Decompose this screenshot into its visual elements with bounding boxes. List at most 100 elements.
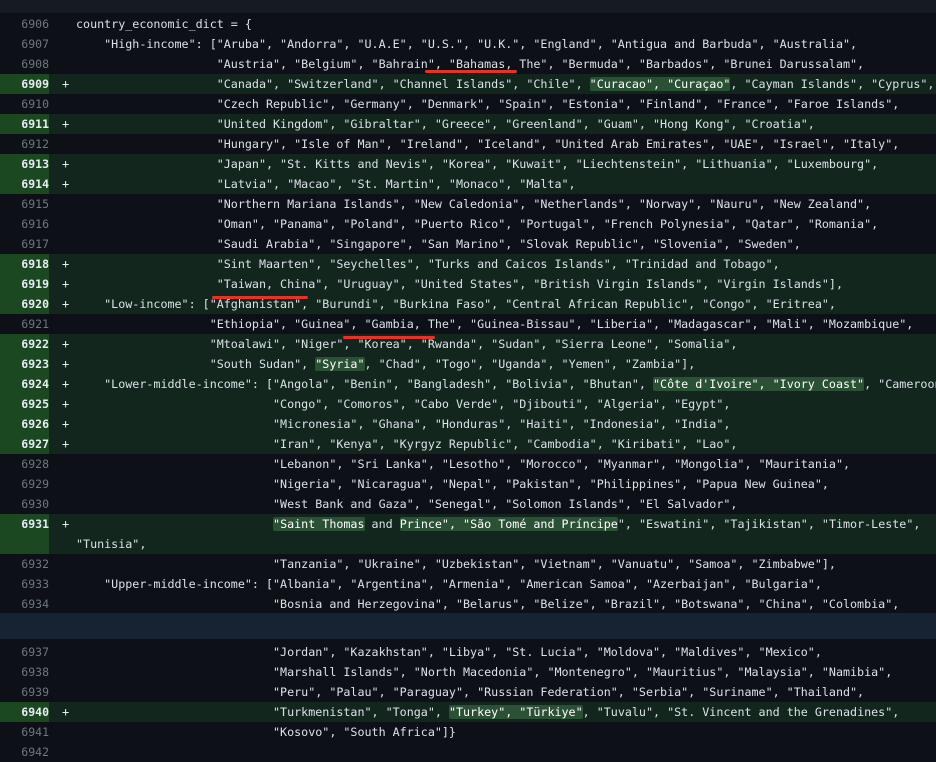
line-number[interactable]: 6925 <box>0 394 49 414</box>
code-text: "High-income": ["Aruba", "Andorra", "U.A… <box>76 34 857 54</box>
changed-text-highlight: Prince", "São Tomé and Príncipe <box>399 517 618 531</box>
diff-line-added: 6931 + "Saint Thomas and Prince", "São To… <box>0 514 936 534</box>
line-number[interactable]: 6941 <box>0 722 49 742</box>
code-text: "Turkmenistan", "Tonga", "Turkey", "Türk… <box>76 702 899 722</box>
line-number[interactable]: 6912 <box>0 134 49 154</box>
line-number[interactable]: 6933 <box>0 574 49 594</box>
add-marker: + <box>62 257 70 271</box>
code-segment: "Kosovo", "South Africa"]} <box>76 725 456 739</box>
code-text: "Lower-middle-income": ["Angola", "Benin… <box>76 374 936 394</box>
line-number[interactable]: 6939 <box>0 682 49 702</box>
code-text: "Saint Thomas and Prince", "São Tomé and… <box>76 514 920 534</box>
diff-line-added: 6909 + "Canada", "Switzerland", "Channel … <box>0 74 936 94</box>
changed-text-highlight: "Syria" <box>315 357 365 371</box>
diff-line: 6907 "High-income": ["Aruba", "Andorra",… <box>0 34 936 54</box>
line-number[interactable]: 6927 <box>0 434 49 454</box>
line-number[interactable]: 6906 <box>0 14 49 34</box>
code-segment: "Lebanon", "Sri Lanka", "Lesotho", "Moro… <box>76 457 851 471</box>
line-number[interactable]: 6915 <box>0 194 49 214</box>
code-text: "Peru", "Palau", "Paraguay", "Russian Fe… <box>76 682 864 702</box>
changed-text-highlight: "Côte d'Ivoire", "Ivory Coast" <box>653 377 865 391</box>
code-text: "Saudi Arabia", "Singapore", "San Marino… <box>76 234 801 254</box>
expand-hidden-lines-row[interactable] <box>0 613 936 639</box>
line-number[interactable]: 6942 <box>0 742 49 762</box>
diff-line: 6942 <box>0 742 936 762</box>
line-number[interactable]: 6913 <box>0 154 49 174</box>
diff-line-added: "Tunisia", <box>0 534 936 554</box>
code-segment: "United Kingdom", "Gibraltar", "Greece",… <box>76 117 815 131</box>
line-number[interactable]: 6917 <box>0 234 49 254</box>
add-marker: + <box>62 77 70 91</box>
code-segment: , "Chad", "Togo", "Uganda", "Yemen", "Za… <box>364 357 696 371</box>
add-marker: + <box>62 397 70 411</box>
code-segment: "Micronesia", "Ghana", "Honduras", "Hait… <box>76 417 731 431</box>
line-number[interactable] <box>0 534 49 554</box>
diff-line: 6917 "Saudi Arabia", "Singapore", "San M… <box>0 234 936 254</box>
code-text: "South Sudan", "Syria", "Chad", "Togo", … <box>76 354 695 374</box>
code-segment: "Ethiopia", "Guinea", "Gambia, The", "Gu… <box>76 317 914 331</box>
diff-viewer: 6906 country_economic_dict = {6907 "High-… <box>0 0 936 762</box>
line-number[interactable]: 6940 <box>0 702 49 722</box>
diff-line-added: 6922 + "Mtoalawi", "Niger", "Korea", "Rwa… <box>0 334 936 354</box>
line-number[interactable]: 6923 <box>0 354 49 374</box>
line-number[interactable]: 6932 <box>0 554 49 574</box>
diff-line-added: 6914 + "Latvia", "Macao", "St. Martin", "… <box>0 174 936 194</box>
code-segment: "West Bank and Gaza", "Senegal", "Solomo… <box>76 497 738 511</box>
code-text: "Canada", "Switzerland", "Channel Island… <box>76 74 934 94</box>
line-number[interactable]: 6938 <box>0 662 49 682</box>
line-number[interactable]: 6910 <box>0 94 49 114</box>
line-number[interactable]: 6921 <box>0 314 49 334</box>
add-marker: + <box>62 437 70 451</box>
diff-line: 6938 "Marshall Islands", "North Macedoni… <box>0 662 936 682</box>
line-number[interactable]: 6909 <box>0 74 49 94</box>
line-number[interactable]: 6937 <box>0 642 49 662</box>
code-text: "Tanzania", "Ukraine", "Uzbekistan", "Vi… <box>76 554 836 574</box>
code-segment: and <box>364 517 400 531</box>
code-segment: "Bosnia and Herzegovina", "Belarus", "Be… <box>76 597 900 611</box>
code-segment: "Upper-middle-income": ["Albania", "Arge… <box>76 577 822 591</box>
add-marker: + <box>62 377 70 391</box>
code-segment: "Saudi Arabia", "Singapore", "San Marino… <box>76 237 801 251</box>
diff-line: 6915 "Northern Mariana Islands", "New Ca… <box>0 194 936 214</box>
line-number[interactable]: 6919 <box>0 274 49 294</box>
line-number[interactable]: 6922 <box>0 334 49 354</box>
code-segment: "Marshall Islands", "North Macedonia", "… <box>76 665 893 679</box>
diff-line-added: 6913 + "Japan", "St. Kitts and Nevis", "K… <box>0 154 936 174</box>
code-text: "Taiwan, China", "Uruguay", "United Stat… <box>76 274 843 294</box>
code-text: "Oman", "Panama", "Poland", "Puerto Rico… <box>76 214 878 234</box>
code-text: "Congo", "Comoros", "Cabo Verde", "Djibo… <box>76 394 730 414</box>
line-number[interactable]: 6916 <box>0 214 49 234</box>
line-number[interactable]: 6924 <box>0 374 49 394</box>
diff-line: 6929 "Nigeria", "Nicaragua", "Nepal", "P… <box>0 474 936 494</box>
line-number[interactable]: 6911 <box>0 114 49 134</box>
add-marker: + <box>62 705 70 719</box>
line-number[interactable]: 6920 <box>0 294 49 314</box>
code-segment: , "Cameroon", <box>864 377 936 391</box>
line-number[interactable]: 6918 <box>0 254 49 274</box>
code-segment: "Japan", "St. Kitts and Nevis", "Korea",… <box>76 157 879 171</box>
line-number[interactable]: 6914 <box>0 174 49 194</box>
diff-line: 6937 "Jordan", "Kazakhstan", "Libya", "S… <box>0 642 936 662</box>
code-text: "Low-income": ["Afghanistan", "Burundi",… <box>76 294 836 314</box>
code-segment: "Turkmenistan", "Tonga", <box>76 705 449 719</box>
code-segment: "Austria", "Belgium", "Bahrain", "Bahama… <box>76 57 865 71</box>
line-number[interactable]: 6931 <box>0 514 49 534</box>
annotation-underline <box>343 336 435 339</box>
changed-text-highlight: "Turkey", "Türkiye" <box>448 705 583 719</box>
code-segment: , "Cayman Islands", "Cyprus", <box>730 77 935 91</box>
code-text: "Latvia", "Macao", "St. Martin", "Monaco… <box>76 174 576 194</box>
code-segment: "Low-income": ["Afghanistan", "Burundi",… <box>76 297 836 311</box>
code-segment: "Canada", "Switzerland", "Channel Island… <box>76 77 590 91</box>
diff-line-added: 6940 + "Turkmenistan", "Tonga", "Turkey",… <box>0 702 936 722</box>
line-number[interactable]: 6930 <box>0 494 49 514</box>
diff-line-added: 6924 + "Lower-middle-income": ["Angola", … <box>0 374 936 394</box>
add-marker: + <box>62 517 70 531</box>
line-number[interactable]: 6926 <box>0 414 49 434</box>
line-number[interactable]: 6929 <box>0 474 49 494</box>
line-number[interactable]: 6928 <box>0 454 49 474</box>
code-text: "Czech Republic", "Germany", "Denmark", … <box>76 94 900 114</box>
line-number[interactable]: 6907 <box>0 34 49 54</box>
line-number[interactable]: 6908 <box>0 54 49 74</box>
line-number[interactable]: 6934 <box>0 594 49 614</box>
